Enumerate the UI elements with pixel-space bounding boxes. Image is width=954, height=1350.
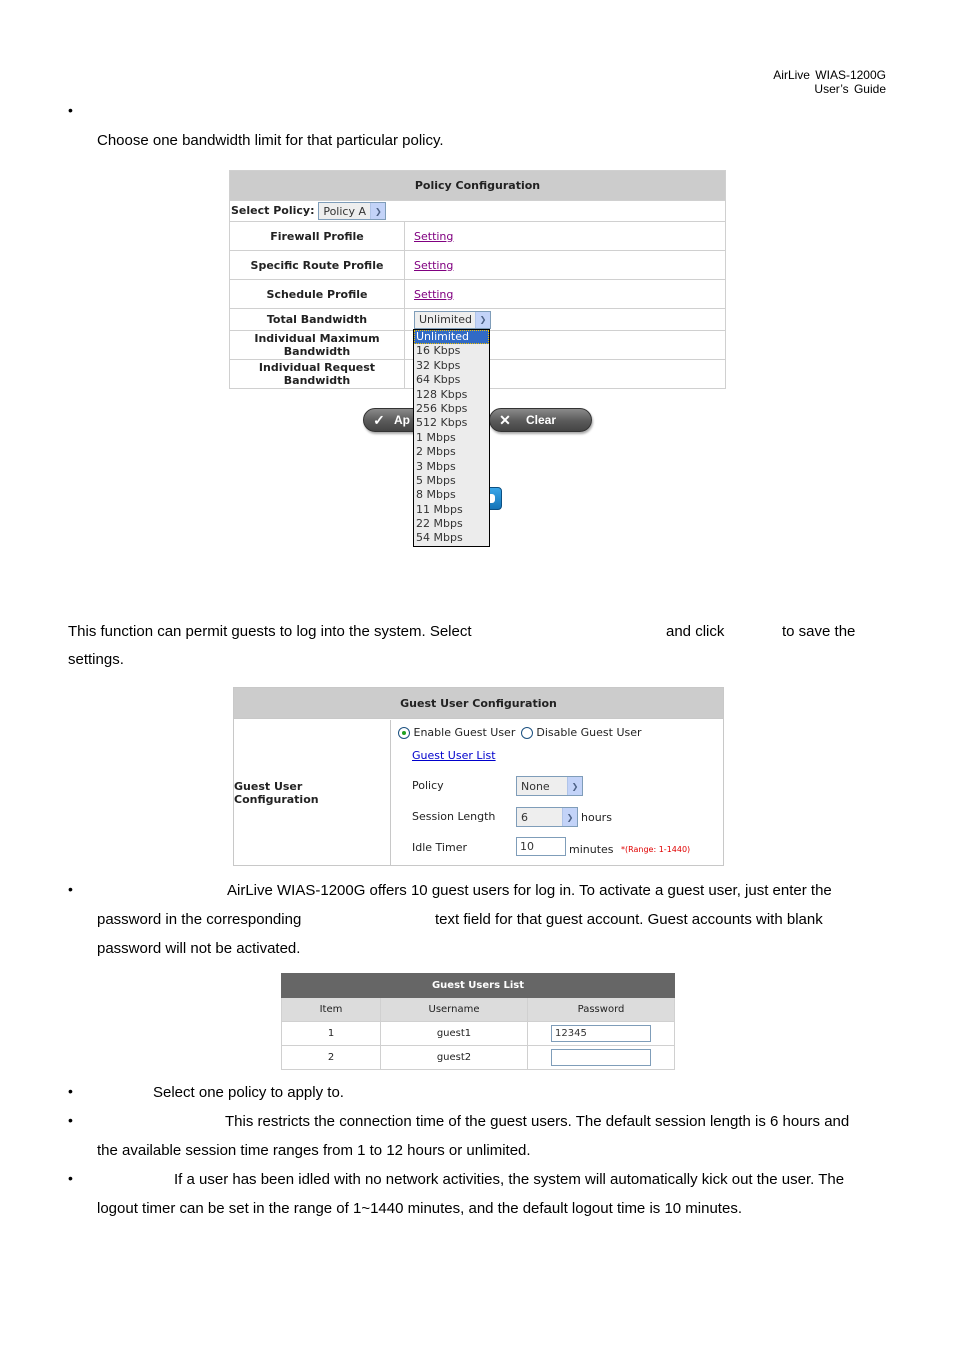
total-bandwidth-label: Total Bandwidth bbox=[229, 308, 405, 331]
guest-users-list-title: Guest Users List bbox=[281, 973, 675, 998]
password-input[interactable] bbox=[551, 1049, 651, 1066]
specific-route-label: Specific Route Profile bbox=[229, 250, 405, 280]
total-bandwidth-dropdown[interactable]: Unlimited ❯ bbox=[414, 310, 491, 329]
bandwidth-option[interactable]: 1 Mbps bbox=[414, 431, 489, 445]
column-header-username: Username bbox=[380, 997, 528, 1022]
bandwidth-option[interactable]: 8 Mbps bbox=[414, 488, 489, 502]
bandwidth-option[interactable]: 3 Mbps bbox=[414, 460, 489, 474]
bandwidth-options-list[interactable]: Unlimited 16 Kbps 32 Kbps 64 Kbps 128 Kbps 25… bbox=[413, 329, 490, 547]
guest-intro-part1: This function can permit guests to log i… bbox=[68, 623, 472, 640]
enable-guest-label: Enable Guest User bbox=[413, 726, 516, 739]
individual-request-bandwidth-label: Individual Request Bandwidth bbox=[229, 359, 405, 389]
row-item: 2 bbox=[281, 1045, 381, 1070]
guest-list-line1: AirLive WIAS-1200G offers 10 guest users… bbox=[227, 882, 832, 899]
chevron-down-icon: ❯ bbox=[562, 808, 577, 826]
guest-intro-part3: to save the bbox=[782, 623, 856, 640]
row-item: 1 bbox=[281, 1021, 381, 1046]
bandwidth-option[interactable]: 16 Kbps bbox=[414, 344, 489, 358]
bandwidth-option[interactable]: 5 Mbps bbox=[414, 474, 489, 488]
bandwidth-option[interactable]: 128 Kbps bbox=[414, 388, 489, 402]
idle-timer-unit: minutes bbox=[569, 843, 614, 856]
select-policy-value: Policy A bbox=[323, 204, 366, 218]
bandwidth-option[interactable]: 32 Kbps bbox=[414, 359, 489, 373]
bandwidth-option[interactable]: 64 Kbps bbox=[414, 373, 489, 387]
policy-config-title: Policy Configuration bbox=[229, 170, 726, 201]
bandwidth-option[interactable]: 11 Mbps bbox=[414, 503, 489, 517]
bullet: • bbox=[68, 1170, 73, 1186]
guest-list-line3: password will not be activated. bbox=[97, 940, 301, 957]
guide-title: User’s Guide bbox=[814, 82, 886, 96]
policy-bullet-text: Select one policy to apply to. bbox=[153, 1084, 344, 1101]
guest-user-list-link[interactable]: Guest User List bbox=[412, 749, 496, 762]
individual-max-bandwidth-label: Individual Maximum Bandwidth bbox=[229, 330, 405, 360]
chevron-down-icon: ❯ bbox=[370, 203, 386, 219]
guest-config-left-label: Guest User Configuration bbox=[234, 720, 391, 866]
disable-guest-label: Disable Guest User bbox=[536, 726, 642, 739]
row-username: guest2 bbox=[380, 1045, 528, 1070]
route-setting-link[interactable]: Setting bbox=[405, 259, 453, 272]
document-header: AirLive WIAS-1200G User’s Guide bbox=[773, 68, 886, 96]
session-length-label: Session Length bbox=[412, 810, 496, 823]
total-bandwidth-value: Unlimited bbox=[419, 313, 472, 326]
checkmark-icon: ✓ bbox=[373, 411, 385, 428]
session-bullet-cont: the available session time ranges from 1… bbox=[97, 1142, 531, 1159]
session-bullet-text: This restricts the connection time of th… bbox=[225, 1113, 850, 1130]
chevron-down-icon: ❯ bbox=[567, 777, 582, 795]
chevron-down-icon: ❯ bbox=[475, 311, 490, 328]
guest-list-line2b: text field for that guest account. Guest… bbox=[435, 911, 823, 928]
select-policy-dropdown[interactable]: Policy A ❯ bbox=[318, 202, 387, 220]
bandwidth-option[interactable]: 22 Mbps bbox=[414, 517, 489, 531]
guest-user-configuration-panel: Guest User Configuration Guest User Conf… bbox=[233, 687, 724, 866]
firewall-profile-label: Firewall Profile bbox=[229, 221, 405, 251]
schedule-profile-label: Schedule Profile bbox=[229, 279, 405, 309]
product-name: AirLive WIAS-1200G bbox=[773, 68, 886, 82]
bullet: • bbox=[68, 1083, 73, 1099]
guest-mode-radios: Enable Guest User Disable Guest User bbox=[398, 726, 642, 739]
bandwidth-option[interactable]: Unlimited bbox=[414, 330, 489, 345]
column-header-item: Item bbox=[281, 997, 381, 1022]
idle-timer-range: *(Range: 1-1440) bbox=[621, 845, 691, 854]
next-icon[interactable] bbox=[488, 487, 502, 510]
bullet: • bbox=[68, 1112, 73, 1128]
password-input[interactable]: 12345 bbox=[551, 1025, 651, 1042]
idle-timer-label: Idle Timer bbox=[412, 841, 467, 854]
firewall-setting-link[interactable]: Setting bbox=[405, 230, 453, 243]
guest-intro-part2: and click bbox=[666, 623, 725, 640]
schedule-setting-link[interactable]: Setting bbox=[405, 288, 453, 301]
bandwidth-option[interactable]: 2 Mbps bbox=[414, 445, 489, 459]
bandwidth-option[interactable]: 256 Kbps bbox=[414, 402, 489, 416]
enable-guest-radio[interactable] bbox=[398, 727, 410, 739]
bandwidth-description: Choose one bandwidth limit for that part… bbox=[97, 132, 444, 149]
idle-bullet-cont: logout timer can be set in the range of … bbox=[97, 1200, 742, 1217]
x-icon: ✕ bbox=[499, 411, 511, 428]
row-username: guest1 bbox=[380, 1021, 528, 1046]
guest-policy-dropdown[interactable]: None ❯ bbox=[516, 776, 583, 796]
guest-config-title: Guest User Configuration bbox=[234, 688, 723, 719]
policy-label: Policy bbox=[412, 779, 444, 792]
table-row: 2 guest2 bbox=[281, 1045, 675, 1070]
disable-guest-radio[interactable] bbox=[520, 727, 533, 739]
bullet: • bbox=[68, 102, 73, 118]
guest-intro-part4: settings. bbox=[68, 651, 124, 668]
idle-timer-input[interactable]: 10 bbox=[516, 837, 566, 856]
session-length-dropdown[interactable]: 6 ❯ bbox=[516, 807, 578, 827]
bullet: • bbox=[68, 881, 73, 897]
guest-list-line2a: password in the corresponding bbox=[97, 911, 302, 928]
bandwidth-option[interactable]: 54 Mbps bbox=[414, 531, 489, 545]
table-row: 1 guest1 12345 bbox=[281, 1021, 675, 1046]
bandwidth-option[interactable]: 512 Kbps bbox=[414, 416, 489, 430]
idle-bullet-text: If a user has been idled with no network… bbox=[174, 1171, 845, 1188]
guest-users-list-table: Guest Users List Item Username Password … bbox=[281, 973, 675, 1070]
session-unit: hours bbox=[581, 811, 612, 824]
clear-button[interactable]: ✕ Clear bbox=[489, 408, 592, 432]
select-policy-label: Select Policy: bbox=[231, 204, 315, 217]
column-header-password: Password bbox=[527, 997, 675, 1022]
